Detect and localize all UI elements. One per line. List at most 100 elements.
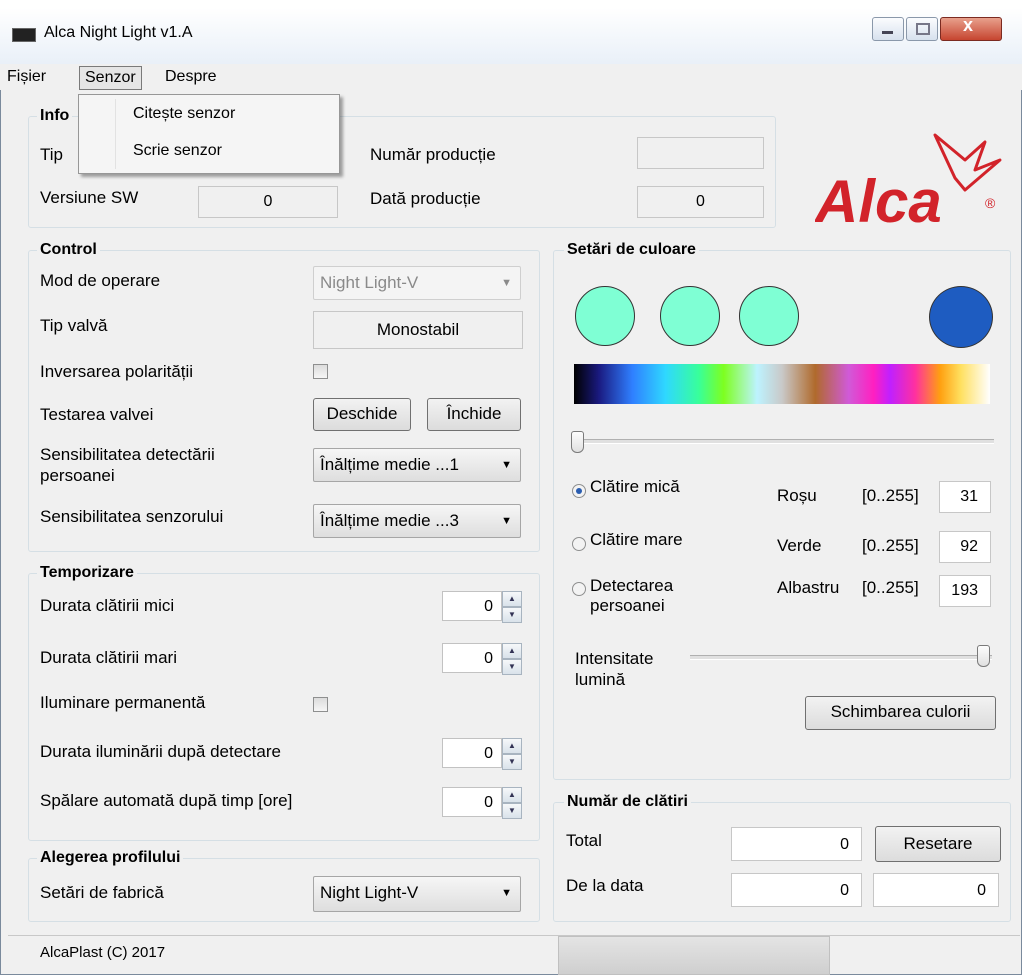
close-icon: x (963, 15, 974, 35)
menu-bar (0, 64, 1022, 90)
production-date-field: 0 (637, 186, 764, 218)
production-number-field (637, 137, 764, 169)
chevron-down-icon: ▼ (501, 887, 512, 899)
open-valve-button[interactable]: Deschide (313, 398, 411, 431)
status-progress-panel (558, 936, 830, 975)
green-value-input[interactable]: 92 (939, 531, 991, 563)
blue-value-input[interactable]: 193 (939, 575, 991, 607)
green-range-label: [0..255] (862, 536, 919, 555)
change-color-button[interactable]: Schimbarea culorii (805, 696, 996, 730)
intensity-slider-thumb[interactable] (977, 645, 990, 667)
spin-down-icon[interactable]: ▼ (502, 659, 522, 675)
close-window-button[interactable]: x (940, 15, 1002, 41)
color-swatch-3[interactable] (739, 286, 799, 346)
menu-write-sensor[interactable]: Scrie senzor (133, 142, 222, 160)
red-value-input[interactable]: 31 (939, 481, 991, 513)
color-spectrum[interactable] (574, 364, 990, 404)
polarity-checkbox[interactable] (313, 364, 328, 379)
big-rinse-spinner[interactable]: 0 ▲ ▼ (442, 643, 522, 675)
big-rinse-value[interactable]: 0 (442, 643, 502, 673)
color-swatch-2[interactable] (660, 286, 720, 346)
valve-type-label: Tip valvă (40, 316, 108, 335)
menu-file[interactable]: Fișier (2, 66, 51, 88)
permanent-light-checkbox[interactable] (313, 697, 328, 712)
minimize-button[interactable] (872, 17, 904, 41)
blue-range-label: [0..255] (862, 578, 919, 597)
production-number-label: Număr producție (370, 145, 496, 164)
polarity-label: Inversarea polarității (40, 362, 194, 381)
profile-heading: Alegerea profilului (37, 849, 184, 867)
chevron-down-icon: ▼ (501, 515, 512, 527)
intensity-slider-track[interactable] (690, 655, 992, 660)
mode-label: Mod de operare (40, 271, 161, 290)
color-swatch-current (929, 286, 993, 348)
maximize-button[interactable] (906, 17, 938, 41)
radio-person-detect[interactable] (572, 582, 586, 596)
hue-slider-thumb[interactable] (571, 431, 584, 453)
production-date-label: Dată producție (370, 189, 481, 208)
spin-up-icon[interactable]: ▲ (502, 643, 522, 659)
version-label: Versiune SW (40, 188, 139, 207)
spin-down-icon[interactable]: ▼ (502, 803, 522, 819)
svg-text:®: ® (985, 195, 996, 211)
info-heading: Info (37, 107, 73, 125)
hue-slider-track[interactable] (576, 439, 994, 444)
spin-up-icon[interactable]: ▲ (502, 738, 522, 754)
radio-small-rinse[interactable] (572, 484, 586, 498)
menu-senzor[interactable]: Senzor (79, 66, 142, 90)
blue-label: Albastru (777, 578, 840, 597)
factory-settings-label: Setări de fabrică (40, 883, 164, 902)
auto-wash-value[interactable]: 0 (442, 787, 502, 817)
color-swatch-1[interactable] (575, 286, 635, 346)
spin-down-icon[interactable]: ▼ (502, 607, 522, 623)
total-value-field: 0 (731, 827, 862, 861)
status-text: AlcaPlast (C) 2017 (40, 944, 166, 961)
menu-gutter (115, 99, 116, 169)
auto-wash-label: Spălare automată după timp [ore] (40, 791, 293, 810)
control-heading: Control (37, 241, 100, 259)
color-settings-heading: Setări de culoare (564, 241, 699, 259)
senzor-dropdown-menu: Citește senzor Scrie senzor (78, 94, 340, 174)
spin-up-icon[interactable]: ▲ (502, 787, 522, 803)
light-after-detect-value[interactable]: 0 (442, 738, 502, 768)
small-rinse-radio-label: Clătire mică (590, 477, 680, 496)
light-after-detect-spinner[interactable]: 0 ▲ ▼ (442, 738, 522, 770)
menu-read-sensor[interactable]: Citește senzor (133, 105, 235, 123)
red-range-label: [0..255] (862, 486, 919, 505)
green-label: Verde (777, 536, 822, 555)
spin-up-icon[interactable]: ▲ (502, 591, 522, 607)
chevron-down-icon: ▼ (501, 459, 512, 471)
big-rinse-label: Durata clătirii mari (40, 648, 177, 667)
close-valve-button[interactable]: Închide (427, 398, 521, 431)
spin-down-icon[interactable]: ▼ (502, 754, 522, 770)
timing-heading: Temporizare (37, 564, 137, 582)
app-icon (12, 28, 36, 42)
small-rinse-value[interactable]: 0 (442, 591, 502, 621)
chevron-down-icon: ▼ (501, 277, 512, 289)
permanent-light-label: Iluminare permanentă (40, 693, 206, 712)
small-rinse-label: Durata clătirii mici (40, 596, 175, 615)
valve-type-field: Monostabil (313, 311, 523, 349)
test-valve-label: Testarea valvei (40, 405, 154, 424)
mode-select[interactable]: Night Light-V ▼ (313, 266, 521, 300)
svg-text:Alca: Alca (815, 168, 942, 230)
version-field: 0 (198, 186, 338, 218)
tip-label: Tip (40, 145, 63, 164)
red-label: Roșu (777, 486, 817, 505)
factory-profile-select[interactable]: Night Light-V ▼ (313, 876, 521, 912)
menu-about[interactable]: Despre (160, 66, 222, 88)
since-value-field: 0 (731, 873, 862, 907)
reset-button[interactable]: Resetare (875, 826, 1001, 862)
sensor-sensitivity-label: Sensibilitatea senzorului (40, 507, 224, 526)
radio-big-rinse[interactable] (572, 537, 586, 551)
rinses-heading: Număr de clătiri (564, 793, 691, 811)
intensity-label: Intensitate lumină (575, 649, 654, 689)
light-after-detect-label: Durata iluminării după detectare (40, 742, 281, 761)
big-rinse-radio-label: Clătire mare (590, 530, 683, 549)
person-sensitivity-select[interactable]: Înălțime medie ...1 ▼ (313, 448, 521, 482)
sensor-sensitivity-select[interactable]: Înălțime medie ...3 ▼ (313, 504, 521, 538)
person-sensitivity-label: Sensibilitatea detectării persoanei (40, 445, 215, 485)
total-label: Total (566, 831, 602, 850)
small-rinse-spinner[interactable]: 0 ▲ ▼ (442, 591, 522, 623)
auto-wash-spinner[interactable]: 0 ▲ ▼ (442, 787, 522, 819)
